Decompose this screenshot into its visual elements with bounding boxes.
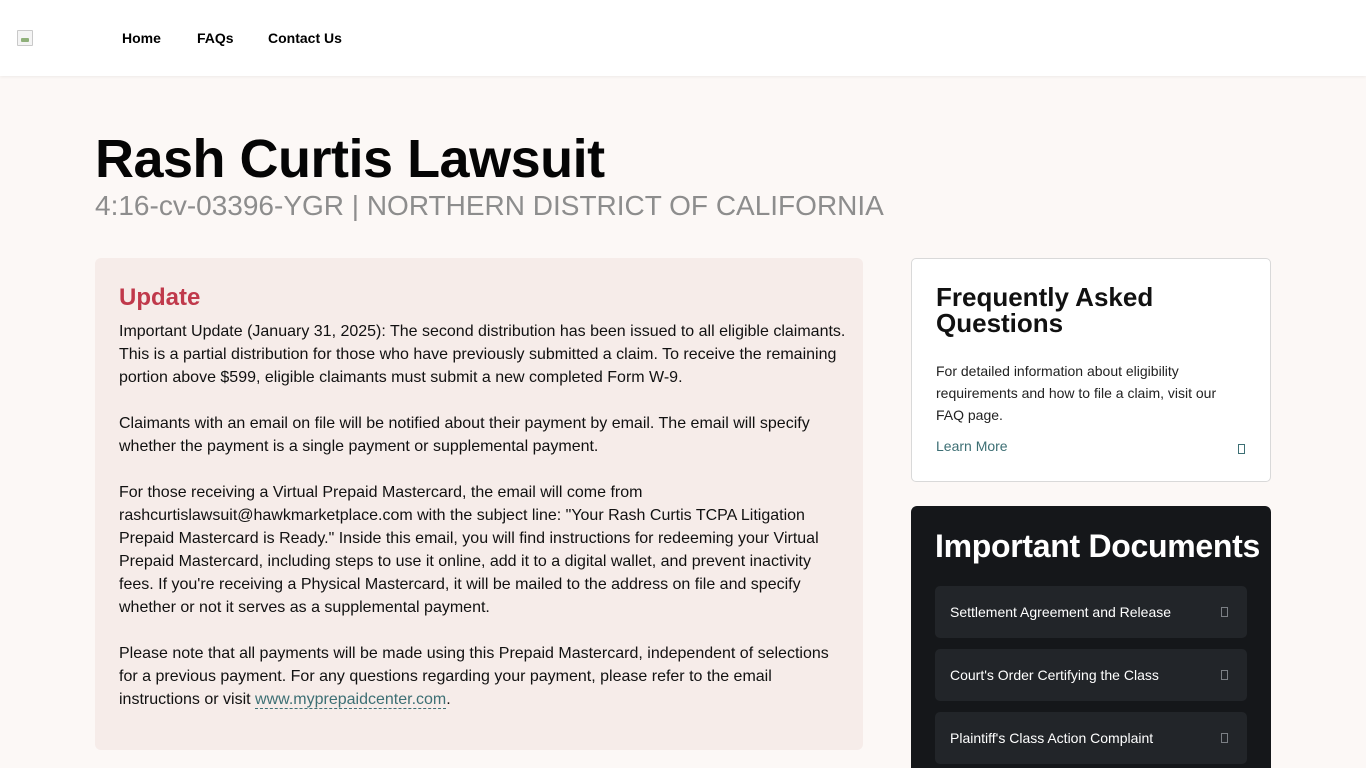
learn-more-link[interactable]: Learn More	[936, 438, 1008, 454]
document-item-class-action-complaint[interactable]: Plaintiff's Class Action Complaint	[935, 712, 1247, 764]
document-item-settlement-agreement[interactable]: Settlement Agreement and Release	[935, 586, 1247, 638]
update-paragraph: Claimants with an email on file will be …	[119, 415, 810, 455]
case-number-subtitle: 4:16-cv-03396-YGR | NORTHERN DISTRICT OF…	[95, 190, 884, 221]
document-label: Court's Order Certifying the Class	[950, 667, 1159, 683]
page-title: Rash Curtis Lawsuit	[95, 129, 605, 189]
faq-card: Frequently Asked Questions For detailed …	[911, 258, 1271, 482]
update-heading: Update	[119, 284, 201, 311]
site-logo-image[interactable]	[17, 30, 33, 46]
document-item-order-certifying-class[interactable]: Court's Order Certifying the Class	[935, 649, 1247, 701]
update-paragraph-suffix: .	[446, 691, 451, 708]
important-documents-card: Important Documents Settlement Agreement…	[911, 506, 1271, 768]
faq-description: For detailed information about eligibili…	[936, 363, 1217, 423]
arrow-right-icon[interactable]	[1238, 444, 1245, 454]
faq-heading: Frequently Asked Questions	[936, 282, 1154, 338]
update-paragraph: For those receiving a Virtual Prepaid Ma…	[119, 484, 819, 616]
documents-heading: Important Documents	[935, 528, 1260, 564]
top-nav-bar: Home FAQs Contact Us	[0, 0, 1366, 76]
update-paragraph-text: Please note that all payments will be ma…	[119, 645, 829, 708]
nav-contact-us-link[interactable]: Contact Us	[268, 30, 342, 46]
update-body: Important Update (January 31, 2025): The…	[119, 320, 847, 734]
download-icon	[1221, 733, 1228, 743]
nav-home-link[interactable]: Home	[122, 30, 161, 46]
download-icon	[1221, 607, 1228, 617]
update-paragraph-last: Please note that all payments will be ma…	[119, 642, 847, 711]
update-paragraph: Important Update (January 31, 2025): The…	[119, 323, 846, 386]
document-label: Plaintiff's Class Action Complaint	[950, 730, 1154, 746]
update-card: Update Important Update (January 31, 202…	[95, 258, 863, 750]
prepaid-center-link[interactable]: www.myprepaidcenter.com	[255, 691, 447, 709]
nav-faqs-link[interactable]: FAQs	[197, 30, 234, 46]
download-icon	[1221, 670, 1228, 680]
document-label: Settlement Agreement and Release	[950, 604, 1172, 620]
